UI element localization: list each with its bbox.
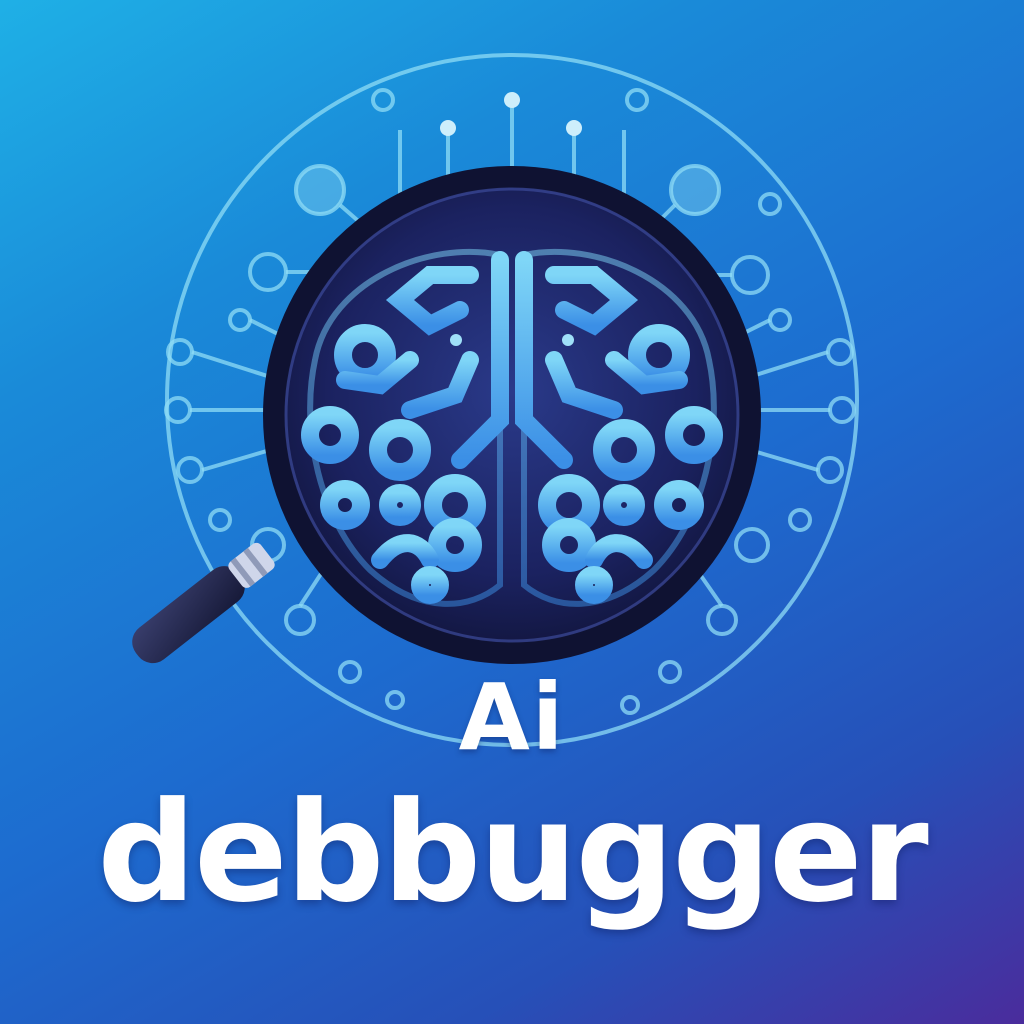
logo-title-line1: Ai	[458, 664, 566, 771]
logo-canvas: Ai debbugger	[0, 0, 1024, 1024]
logo-title-line2: debbugger	[97, 772, 928, 933]
